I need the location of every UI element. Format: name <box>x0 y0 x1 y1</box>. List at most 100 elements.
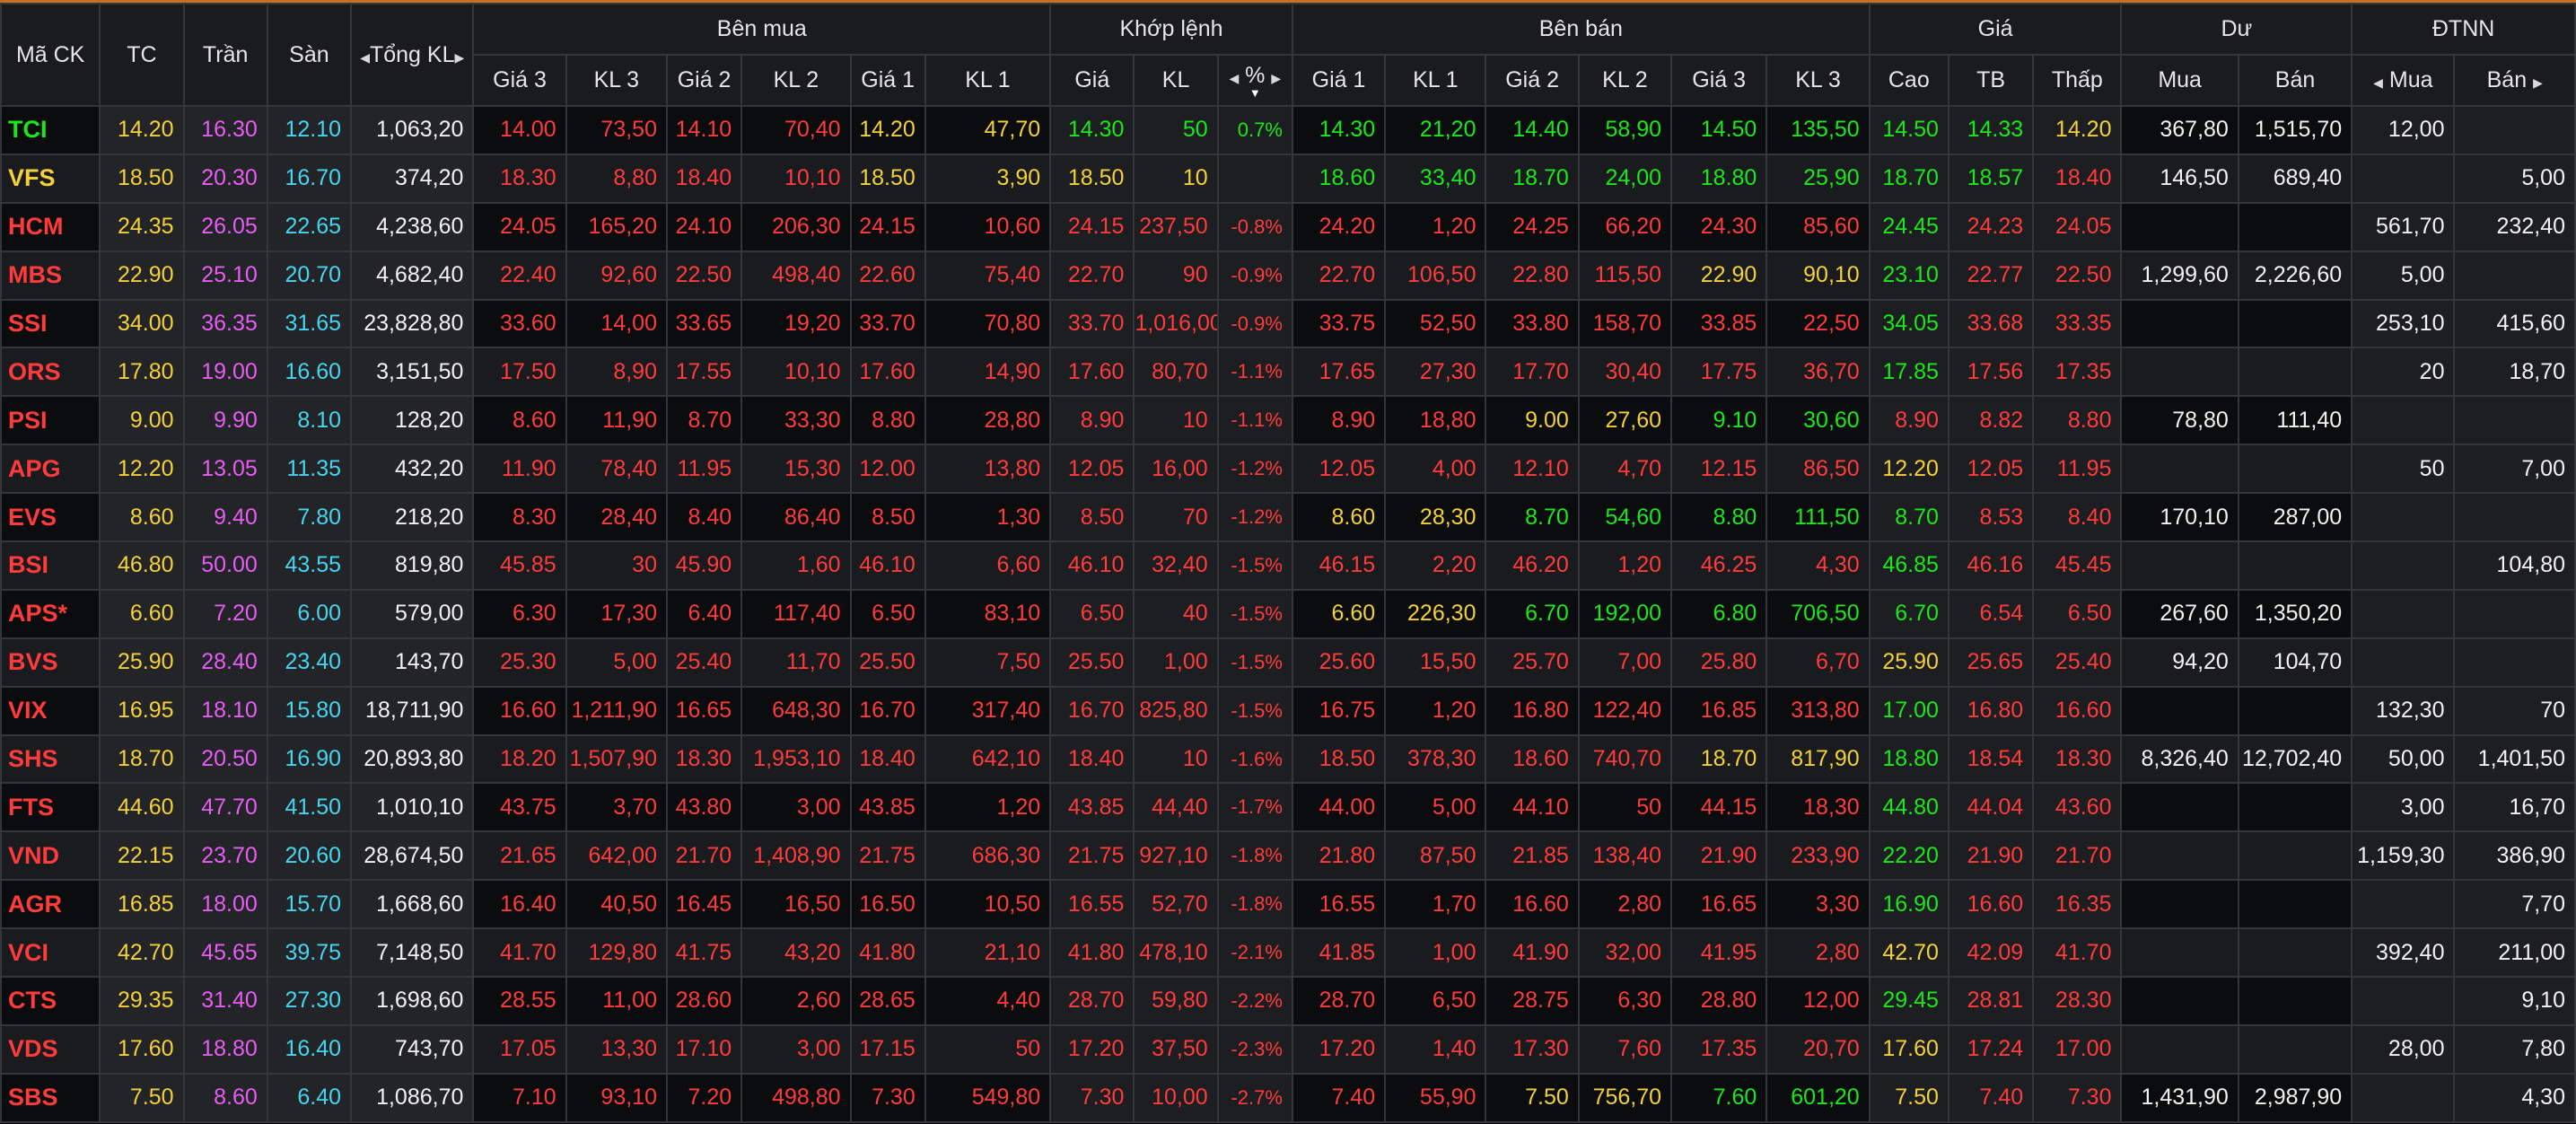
match-price-cell[interactable]: 17.60 <box>1049 347 1135 398</box>
ask-volume-cell[interactable]: 135,50 <box>1766 105 1871 155</box>
ask-volume-cell[interactable]: 25,90 <box>1766 153 1871 204</box>
foreign-sell-cell[interactable]: 7,70 <box>2453 879 2576 930</box>
bid-volume-cell[interactable]: 1,20 <box>924 782 1052 833</box>
avg-price-cell[interactable]: 17.56 <box>1947 347 2035 398</box>
ask-volume-cell[interactable]: 87,50 <box>1384 830 1487 882</box>
bid-price-cell[interactable]: 14.20 <box>849 105 926 155</box>
bid-price-cell[interactable]: 14.10 <box>665 105 743 155</box>
match-price-cell[interactable]: 43.85 <box>1049 782 1135 833</box>
ask-volume-cell[interactable]: 58,90 <box>1577 105 1673 155</box>
bid-volume-cell[interactable]: 50 <box>924 1023 1052 1075</box>
ask-volume-cell[interactable]: 15,50 <box>1384 637 1487 688</box>
remain-buy-cell[interactable]: 78,80 <box>2120 395 2239 446</box>
remain-buy-cell[interactable]: 170,10 <box>2120 492 2239 543</box>
high-price-cell[interactable]: 18.80 <box>1868 733 1950 785</box>
bid-price-cell[interactable]: 17.10 <box>665 1023 743 1075</box>
high-price-cell[interactable]: 17.85 <box>1868 347 1950 398</box>
ask-price-cell[interactable]: 17.20 <box>1291 1023 1387 1075</box>
avg-price-cell[interactable]: 21.90 <box>1947 830 2035 882</box>
table-row[interactable]: PSI 9.00 9.90 8.10 128,20 8.60 11,90 8.70 33,30 8… <box>0 395 2576 446</box>
bid-price-cell[interactable]: 17.50 <box>472 347 567 398</box>
bid-volume-cell[interactable]: 642,00 <box>565 830 668 882</box>
high-price-cell[interactable]: 8.90 <box>1868 395 1950 446</box>
header-ref[interactable]: TC <box>99 3 185 107</box>
foreign-buy-cell[interactable] <box>2351 540 2456 591</box>
header-match-percent[interactable]: ◀ % ▶ ▼ <box>1216 54 1293 107</box>
ask-volume-cell[interactable]: 1,20 <box>1384 201 1487 252</box>
ask-price-cell[interactable]: 33.80 <box>1485 298 1580 349</box>
foreign-buy-cell[interactable] <box>2351 1072 2456 1123</box>
bid-price-cell[interactable]: 7.30 <box>849 1072 926 1123</box>
ask-volume-cell[interactable]: 86,50 <box>1766 443 1871 495</box>
remain-buy-cell[interactable] <box>2120 298 2239 349</box>
symbol-cell[interactable]: MBS <box>0 250 101 301</box>
ask-price-cell[interactable]: 22.90 <box>1670 250 1768 301</box>
remain-buy-cell[interactable]: 94,20 <box>2120 637 2239 688</box>
symbol-cell[interactable]: VIX <box>0 685 101 736</box>
low-price-cell[interactable]: 43.60 <box>2032 782 2123 833</box>
header-buy-col[interactable]: KL 3 <box>565 54 668 107</box>
ask-volume-cell[interactable]: 55,90 <box>1384 1072 1487 1123</box>
bid-price-cell[interactable]: 16.40 <box>472 879 567 930</box>
bid-price-cell[interactable]: 22.60 <box>849 250 926 301</box>
high-price-cell[interactable]: 34.05 <box>1868 298 1950 349</box>
bid-price-cell[interactable]: 21.75 <box>849 830 926 882</box>
header-remain-sell[interactable]: Bán <box>2237 54 2353 107</box>
change-percent-cell[interactable]: -1.1% <box>1216 347 1293 398</box>
high-price-cell[interactable]: 7.50 <box>1868 1072 1950 1123</box>
low-price-cell[interactable]: 6.50 <box>2032 588 2123 639</box>
remain-sell-cell[interactable] <box>2237 927 2353 979</box>
bid-price-cell[interactable]: 18.50 <box>849 153 926 204</box>
match-volume-cell[interactable]: 10 <box>1133 395 1219 446</box>
ask-price-cell[interactable]: 28.75 <box>1485 976 1580 1026</box>
bid-volume-cell[interactable]: 40,50 <box>565 879 668 930</box>
bid-price-cell[interactable]: 43.75 <box>472 782 567 833</box>
ask-price-cell[interactable]: 16.55 <box>1291 879 1387 930</box>
header-low[interactable]: Thấp <box>2032 54 2123 107</box>
ask-volume-cell[interactable]: 22,50 <box>1766 298 1871 349</box>
ask-volume-cell[interactable]: 378,30 <box>1384 733 1487 785</box>
foreign-buy-cell[interactable]: 3,00 <box>2351 782 2456 833</box>
remain-sell-cell[interactable]: 111,40 <box>2237 395 2353 446</box>
match-volume-cell[interactable]: 825,80 <box>1133 685 1219 736</box>
ask-volume-cell[interactable]: 1,40 <box>1384 1023 1487 1075</box>
remain-buy-cell[interactable]: 8,326,40 <box>2120 733 2239 785</box>
match-volume-cell[interactable]: 927,10 <box>1133 830 1219 882</box>
bid-price-cell[interactable]: 7.20 <box>665 1072 743 1123</box>
high-price-cell[interactable]: 46.85 <box>1868 540 1950 591</box>
table-row[interactable]: ORS 17.80 19.00 16.60 3,151,50 17.50 8,90 17.55… <box>0 347 2576 398</box>
match-volume-cell[interactable]: 90 <box>1133 250 1219 301</box>
ask-price-cell[interactable]: 21.85 <box>1485 830 1580 882</box>
ask-price-cell[interactable]: 24.20 <box>1291 201 1387 252</box>
ask-volume-cell[interactable]: 21,20 <box>1384 105 1487 155</box>
low-price-cell[interactable]: 41.70 <box>2032 927 2123 979</box>
header-sell-col[interactable]: Giá 3 <box>1670 54 1768 107</box>
header-sell-col[interactable]: Giá 1 <box>1291 54 1387 107</box>
ask-volume-cell[interactable]: 33,40 <box>1384 153 1487 204</box>
ask-price-cell[interactable]: 6.70 <box>1485 588 1580 639</box>
ask-price-cell[interactable]: 18.50 <box>1291 733 1387 785</box>
ask-price-cell[interactable]: 21.90 <box>1670 830 1768 882</box>
bid-volume-cell[interactable]: 3,70 <box>565 782 668 833</box>
ask-price-cell[interactable]: 9.10 <box>1670 395 1768 446</box>
ask-price-cell[interactable]: 6.60 <box>1291 588 1387 639</box>
ask-price-cell[interactable]: 25.80 <box>1670 637 1768 688</box>
remain-buy-cell[interactable]: 1,299,60 <box>2120 250 2239 301</box>
avg-price-cell[interactable]: 16.80 <box>1947 685 2035 736</box>
low-price-cell[interactable]: 14.20 <box>2032 105 2123 155</box>
symbol-cell[interactable]: AGR <box>0 879 101 930</box>
change-percent-cell[interactable]: -1.2% <box>1216 443 1293 495</box>
ask-volume-cell[interactable]: 4,30 <box>1766 540 1871 591</box>
match-volume-cell[interactable]: 59,80 <box>1133 976 1219 1026</box>
ask-price-cell[interactable]: 12.15 <box>1670 443 1768 495</box>
foreign-scroll-right-icon[interactable]: ▶ <box>2533 75 2543 90</box>
ask-price-cell[interactable]: 7.60 <box>1670 1072 1768 1123</box>
ask-volume-cell[interactable]: 138,40 <box>1577 830 1673 882</box>
ask-price-cell[interactable]: 41.95 <box>1670 927 1768 979</box>
high-price-cell[interactable]: 6.70 <box>1868 588 1950 639</box>
avg-price-cell[interactable]: 8.53 <box>1947 492 2035 543</box>
bid-volume-cell[interactable]: 47,70 <box>924 105 1052 155</box>
match-price-cell[interactable]: 14.30 <box>1049 105 1135 155</box>
bid-volume-cell[interactable]: 78,40 <box>565 443 668 495</box>
scroll-right-icon[interactable]: ▶ <box>454 50 464 65</box>
